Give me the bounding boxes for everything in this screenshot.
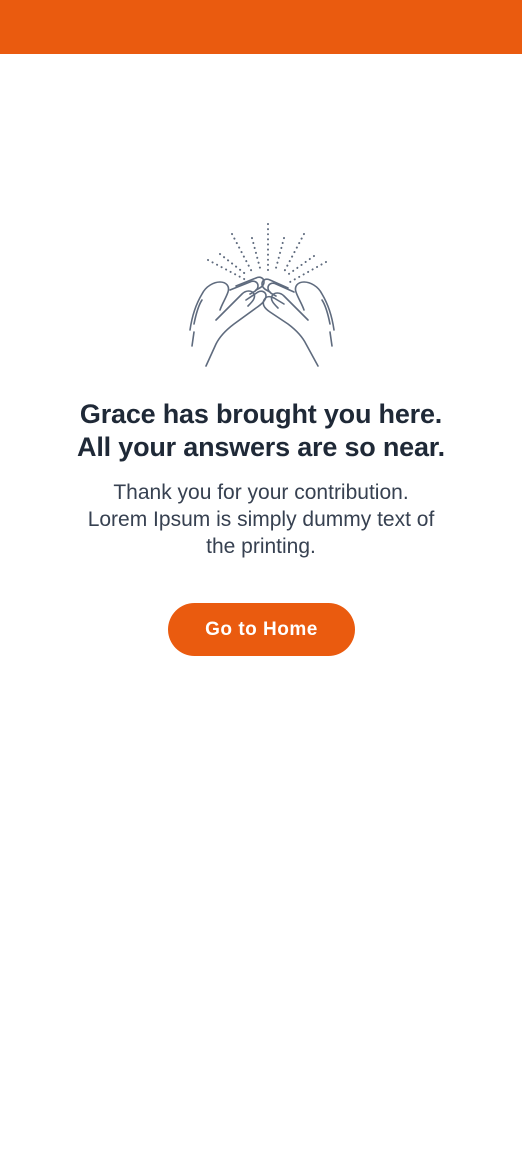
illustration	[186, 220, 338, 370]
message-line-1: Thank you for your contribution.	[113, 481, 409, 504]
headline-line-1: Grace has brought you here.	[79, 399, 443, 429]
message-line-2: Lorem Ipsum is simply dummy text of	[87, 508, 435, 531]
top-app-bar	[0, 0, 522, 54]
headline-line-2: All your answers are so near.	[77, 432, 445, 462]
clapping-hands-icon	[189, 223, 335, 367]
go-to-home-button[interactable]: Go to Home	[168, 603, 355, 656]
thank-you-message: Thank you for your contribution. Lorem I…	[40, 479, 482, 560]
message-line-3: the printing.	[206, 535, 316, 558]
page-title: Grace has brought you here. All your ans…	[20, 398, 502, 464]
